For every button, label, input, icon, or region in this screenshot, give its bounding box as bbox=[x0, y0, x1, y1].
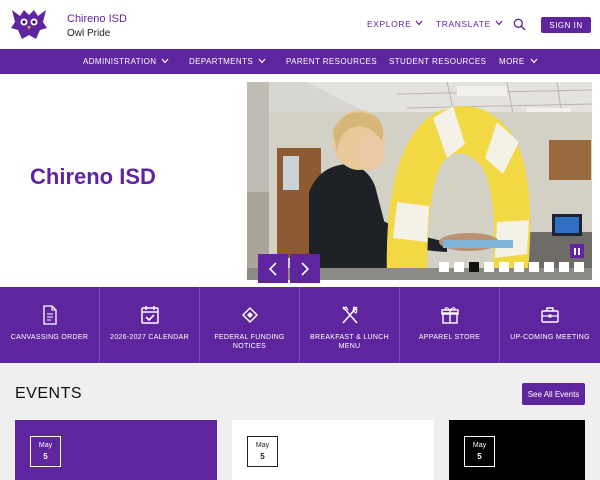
chevron-left-icon bbox=[268, 261, 277, 276]
nav-item-label: PARENT RESOURCES bbox=[286, 57, 378, 66]
nav-item-label: DEPARTMENTS bbox=[189, 57, 254, 66]
event-day: 5 bbox=[477, 452, 482, 461]
nav-item-administration[interactable]: ADMINISTRATION bbox=[83, 57, 169, 66]
utensils-icon bbox=[341, 306, 358, 324]
owl-logo[interactable] bbox=[10, 6, 48, 42]
hero-title: Chireno ISD bbox=[30, 164, 156, 189]
event-day: 5 bbox=[260, 452, 265, 461]
chevron-down-icon bbox=[495, 20, 503, 26]
calendar-check-icon bbox=[140, 306, 159, 324]
carousel-dot[interactable] bbox=[454, 262, 464, 272]
nav-item-label: ADMINISTRATION bbox=[83, 57, 157, 66]
quick-link-label: UP-COMING MEETING bbox=[510, 334, 590, 341]
chevron-down-icon bbox=[161, 58, 169, 64]
quick-link-calendar[interactable]: 2026-2027 CALENDAR bbox=[100, 287, 200, 363]
event-month: May bbox=[38, 442, 53, 449]
event-day: 5 bbox=[43, 452, 48, 461]
carousel-pause-button[interactable] bbox=[570, 244, 584, 258]
hero-slide-photo bbox=[247, 82, 592, 280]
event-card[interactable]: May 5 bbox=[232, 420, 434, 480]
events-section: EVENTS See All Events May 5 May 5 May 5 bbox=[0, 363, 600, 480]
site-tagline: Owl Pride bbox=[67, 28, 111, 39]
carousel-dot[interactable] bbox=[529, 262, 539, 272]
main-nav: ADMINISTRATION DEPARTMENTS PARENT RESOUR… bbox=[0, 49, 600, 74]
event-card[interactable]: May 5 bbox=[15, 420, 217, 480]
nav-item-departments[interactable]: DEPARTMENTS bbox=[189, 57, 266, 66]
chevron-down-icon bbox=[415, 20, 423, 26]
carousel-dot[interactable] bbox=[559, 262, 569, 272]
gift-icon bbox=[440, 307, 459, 324]
carousel-dot[interactable] bbox=[514, 262, 524, 272]
quick-link-label: 2026-2027 CALENDAR bbox=[110, 334, 189, 341]
translate-label: TRANSLATE bbox=[436, 19, 491, 29]
event-date: May 5 bbox=[464, 436, 495, 467]
pause-icon bbox=[574, 247, 580, 255]
site-name[interactable]: Chireno ISD bbox=[67, 13, 127, 25]
quick-link-label: APPAREL STORE bbox=[418, 334, 481, 341]
nav-item-student-resources[interactable]: STUDENT RESOURCES bbox=[389, 57, 486, 66]
quick-link-label: BREAKFAST & LUNCH MENU bbox=[310, 334, 389, 350]
document-icon bbox=[42, 305, 57, 325]
event-month: May bbox=[255, 442, 270, 449]
quick-link-apparel-store[interactable]: APPAREL STORE bbox=[400, 287, 500, 363]
carousel-dot[interactable] bbox=[544, 262, 554, 272]
carousel-dot[interactable] bbox=[499, 262, 509, 272]
quick-link-menu[interactable]: BREAKFAST & LUNCH MENU bbox=[300, 287, 400, 363]
ticket-icon bbox=[241, 306, 258, 324]
explore-label: EXPLORE bbox=[367, 19, 412, 29]
nav-item-parent-resources[interactable]: PARENT RESOURCES bbox=[286, 57, 377, 66]
briefcase-icon bbox=[541, 307, 559, 323]
event-month: May bbox=[472, 442, 487, 449]
events-title: EVENTS bbox=[15, 385, 83, 402]
event-date: May 5 bbox=[30, 436, 61, 467]
explore-menu[interactable]: EXPLORE bbox=[367, 19, 423, 29]
carousel-next-button[interactable] bbox=[290, 254, 320, 283]
carousel-dot[interactable] bbox=[574, 262, 584, 272]
chevron-down-icon bbox=[530, 58, 538, 64]
site-header: Chireno ISD Owl Pride EXPLORE TRANSLATE … bbox=[0, 0, 600, 49]
nav-item-label: STUDENT RESOURCES bbox=[389, 57, 487, 66]
chevron-right-icon bbox=[301, 261, 310, 276]
chevron-down-icon bbox=[258, 58, 266, 64]
nav-item-label: MORE bbox=[499, 57, 525, 66]
carousel-dot[interactable] bbox=[484, 262, 494, 272]
quick-link-canvassing-order[interactable]: CANVASSING ORDER bbox=[0, 287, 100, 363]
carousel-prev-button[interactable] bbox=[258, 254, 288, 283]
quick-link-upcoming-meeting[interactable]: UP-COMING MEETING bbox=[500, 287, 600, 363]
translate-menu[interactable]: TRANSLATE bbox=[436, 19, 503, 29]
quick-links-bar: CANVASSING ORDER 2026-2027 CALENDAR FEDE… bbox=[0, 287, 600, 363]
event-date: May 5 bbox=[247, 436, 278, 467]
search-icon[interactable] bbox=[513, 18, 526, 31]
event-card[interactable]: May 5 bbox=[449, 420, 585, 480]
quick-link-label: FEDERAL FUNDING NOTICES bbox=[214, 334, 285, 350]
hero-section: Chireno ISD bbox=[0, 74, 600, 287]
carousel-dot[interactable] bbox=[439, 262, 449, 272]
quick-link-federal-funding[interactable]: FEDERAL FUNDING NOTICES bbox=[200, 287, 300, 363]
nav-item-more[interactable]: MORE bbox=[499, 57, 538, 66]
see-all-events-button[interactable]: See All Events bbox=[522, 383, 585, 405]
carousel-dot[interactable] bbox=[469, 262, 479, 272]
quick-link-label: CANVASSING ORDER bbox=[10, 334, 89, 341]
sign-in-button[interactable]: SIGN IN bbox=[541, 17, 591, 33]
